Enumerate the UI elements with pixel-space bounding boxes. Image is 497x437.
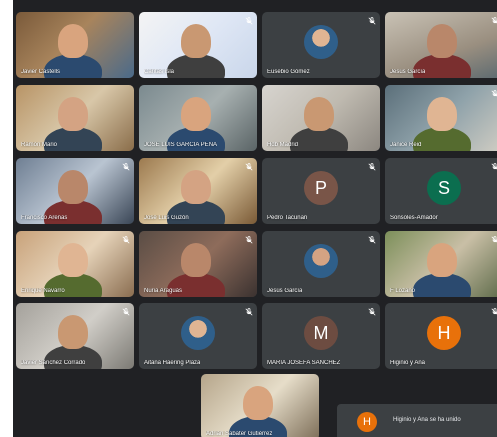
participant-tile[interactable]: Francisco Arenas	[16, 158, 134, 224]
participant-figure	[427, 24, 457, 58]
mic-muted-icon	[244, 235, 253, 244]
participant-name: MARIA JOSEFA SANCHEZ	[267, 360, 341, 366]
participant-name: Adrián Sabater Gutiérrez	[206, 431, 273, 437]
mic-muted-icon	[490, 16, 497, 25]
participant-name: Pedro Tacunan	[267, 215, 308, 221]
meeting-window: Javier Castells Caritas Isla Eusebio Gómez…	[13, 0, 497, 437]
mic-muted-icon	[367, 307, 376, 316]
participant-tile[interactable]: H Higinio y Ana	[385, 303, 497, 369]
participant-name: Enrique Navarro	[21, 288, 65, 294]
participant-name: Aitana Haering Plaza	[144, 360, 201, 366]
participant-figure	[181, 170, 211, 204]
participant-tile[interactable]: Adrián Sabater Gutiérrez	[201, 374, 319, 437]
mic-muted-icon	[121, 235, 130, 244]
participant-name: Sonsoles-Amador	[390, 215, 438, 221]
participant-name: Hdb Madrid	[267, 142, 299, 148]
notification-avatar: H	[357, 412, 377, 432]
participant-figure	[58, 97, 88, 131]
participant-photo	[304, 244, 338, 278]
participant-avatar: M	[304, 316, 338, 350]
mic-muted-icon	[367, 235, 376, 244]
participant-name: Jesús García	[267, 288, 303, 294]
participant-figure	[304, 97, 334, 131]
participant-tile[interactable]: F Lozano	[385, 231, 497, 297]
participant-name: Francisco Arenas	[21, 215, 68, 221]
mic-muted-icon	[244, 162, 253, 171]
participant-tile[interactable]: Aitana Haering Plaza	[139, 303, 257, 369]
participant-name: Ramón Mario	[21, 142, 58, 148]
participant-figure	[181, 97, 211, 131]
participant-tile[interactable]: Enrique Navarro	[16, 231, 134, 297]
participant-figure	[58, 315, 88, 349]
participant-name: Higinio y Ana	[390, 360, 426, 366]
participant-avatar: S	[427, 171, 461, 205]
participant-avatar: H	[427, 316, 461, 350]
participant-name: JOSE LUIS GARCÍA PEÑA	[144, 142, 218, 148]
participant-figure	[58, 24, 88, 58]
participant-tile[interactable]: Jesús García	[385, 12, 497, 78]
participant-figure	[58, 170, 88, 204]
participant-name: Eusebio Gómez	[267, 69, 310, 75]
mic-muted-icon	[244, 16, 253, 25]
participant-figure	[427, 243, 457, 277]
participant-tile[interactable]: Hdb Madrid	[262, 85, 380, 151]
participant-tile[interactable]: José Luis Guzón	[139, 158, 257, 224]
participant-tile[interactable]: Jesús García	[262, 231, 380, 297]
mic-muted-icon	[367, 162, 376, 171]
participant-figure	[58, 243, 88, 277]
participant-tile[interactable]: JOSE LUIS GARCÍA PEÑA	[139, 85, 257, 151]
participant-name: José Luis Guzón	[144, 215, 189, 221]
participant-tile[interactable]: P Pedro Tacunan	[262, 158, 380, 224]
participant-tile[interactable]: Janice Reid	[385, 85, 497, 151]
participant-tile[interactable]: Caritas Isla	[139, 12, 257, 78]
participant-name: Jesús García	[390, 69, 426, 75]
participant-photo	[181, 316, 215, 350]
participant-name: Javier Castells	[21, 69, 61, 75]
mic-muted-icon	[490, 89, 497, 98]
participant-figure	[243, 386, 273, 420]
participant-figure	[427, 97, 457, 131]
participant-avatar: P	[304, 171, 338, 205]
mic-muted-icon	[244, 307, 253, 316]
participant-tile[interactable]: Ramón Mario	[16, 85, 134, 151]
participant-tile[interactable]: M MARIA JOSEFA SANCHEZ	[262, 303, 380, 369]
mic-muted-icon	[367, 16, 376, 25]
join-notification[interactable]: H Higinio y Ana se ha unido	[337, 404, 497, 437]
participant-tile[interactable]: Eusebio Gómez	[262, 12, 380, 78]
mic-muted-icon	[121, 162, 130, 171]
mic-muted-icon	[490, 235, 497, 244]
mic-muted-icon	[490, 162, 497, 171]
participant-name: Javier Sánchez Corrado	[21, 360, 86, 366]
participant-name: F Lozano	[390, 288, 416, 294]
participant-tile[interactable]: Nuria Araguás	[139, 231, 257, 297]
mic-muted-icon	[490, 307, 497, 316]
participant-name: Janice Reid	[390, 142, 422, 148]
participant-name: Nuria Araguás	[144, 288, 183, 294]
participant-tile[interactable]: S Sonsoles-Amador	[385, 158, 497, 224]
mic-muted-icon	[121, 307, 130, 316]
notification-text: Higinio y Ana se ha unido	[393, 417, 461, 423]
participant-figure	[181, 24, 211, 58]
participant-tile[interactable]: Javier Sánchez Corrado	[16, 303, 134, 369]
participant-tile[interactable]: Javier Castells	[16, 12, 134, 78]
participant-figure	[181, 243, 211, 277]
participant-photo	[304, 25, 338, 59]
participant-video	[201, 374, 319, 437]
participant-name: Caritas Isla	[144, 69, 175, 75]
